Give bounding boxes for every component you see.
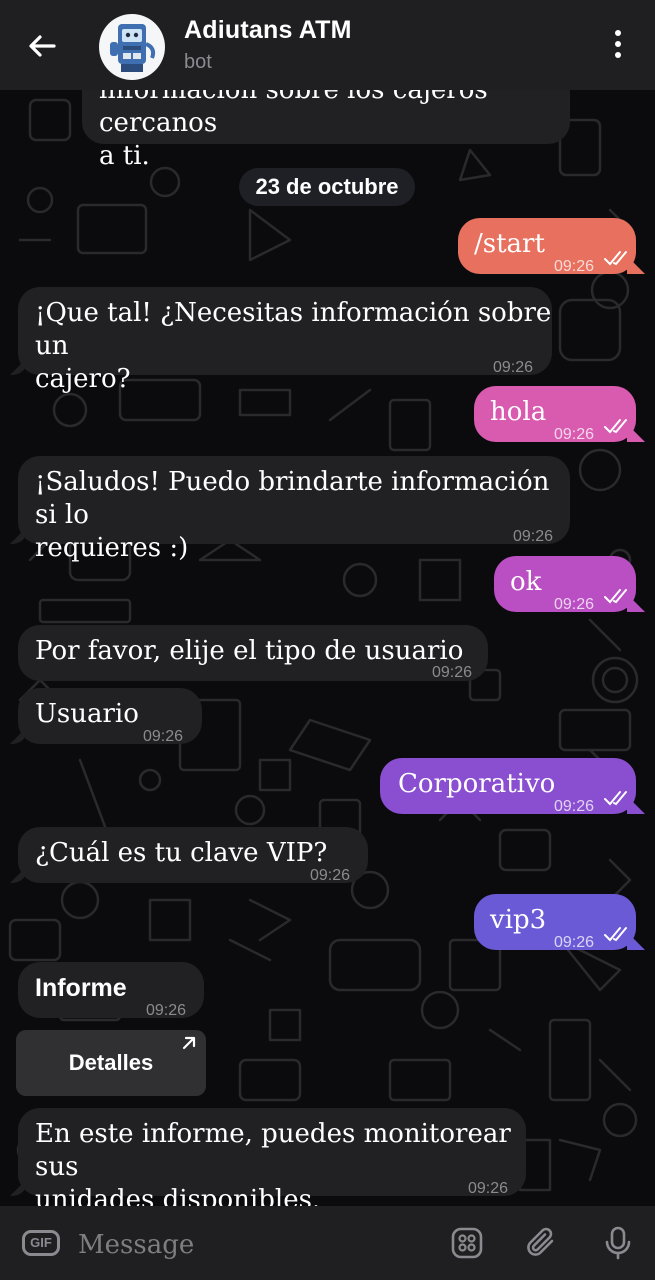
message-time: 09:26	[310, 867, 351, 884]
more-vertical-icon[interactable]	[606, 30, 630, 64]
message-bubble-incoming: Informe 09:26	[18, 962, 204, 1019]
message-time: 09:26	[468, 1180, 509, 1197]
inline-button-label: Detalles	[68, 1050, 154, 1075]
message-time: 09:26	[554, 258, 595, 275]
message-bubble-outgoing: /start 09:26	[458, 218, 636, 275]
message-text: Usuario	[35, 699, 139, 729]
message-text: requieres :)	[35, 533, 189, 563]
message-bubble-incoming: ¡Saludos! Puedo brindarte información si…	[18, 456, 570, 563]
message-bubble-outgoing: vip3 09:26	[474, 894, 636, 951]
message-time: 09:26	[554, 798, 595, 815]
message-time: 09:26	[554, 426, 595, 443]
message-bubble-outgoing: hola 09:26	[474, 386, 636, 443]
bot-avatar[interactable]	[99, 14, 165, 80]
date-separator: 23 de octubre	[239, 168, 415, 206]
message-time: 09:26	[432, 664, 473, 681]
chat-title[interactable]: Adiutans ATM	[184, 16, 352, 45]
message-bubble-outgoing: Corporativo 09:26	[380, 758, 636, 815]
double-check-icon	[604, 251, 627, 266]
message-text: vip3	[490, 905, 547, 935]
message-text: ¡Que tal! ¿Necesitas información sobre u…	[35, 298, 552, 361]
message-bubble-incoming: En este informe, puedes monitorear sus u…	[18, 1108, 526, 1215]
gif-icon[interactable]: GIF	[22, 1230, 60, 1256]
message-bubble-outgoing: ok 09:26	[494, 556, 636, 613]
microphone-icon[interactable]	[601, 1226, 635, 1260]
message-text: Por favor, elije el tipo de usuario	[35, 636, 464, 666]
arrow-left-icon[interactable]	[22, 26, 62, 66]
chat-header: Adiutans ATM bot	[0, 0, 655, 90]
message-text: Corporativo	[398, 769, 556, 799]
message-bubble-incoming: ¡Que tal! ¿Necesitas información sobre u…	[18, 287, 552, 394]
message-text: Informe	[35, 974, 127, 1002]
message-bubble-incoming: Por favor, elije el tipo de usuario 09:2…	[18, 625, 488, 681]
double-check-icon	[604, 791, 627, 806]
message-text: cajero?	[35, 364, 131, 394]
double-check-icon	[604, 419, 627, 434]
message-input-bar: GIF	[0, 1206, 655, 1280]
message-time: 09:26	[493, 359, 534, 376]
message-text: ok	[510, 567, 542, 597]
attach-icon[interactable]	[525, 1226, 559, 1260]
inline-button-detalles[interactable]: Detalles	[16, 1030, 206, 1096]
message-time: 09:26	[554, 596, 595, 613]
message-time: 09:26	[146, 1002, 187, 1019]
message-bubble-incoming: Usuario 09:26	[18, 688, 202, 745]
message-input[interactable]	[76, 1224, 440, 1266]
message-text: ¡Saludos! Puedo brindarte información si…	[35, 467, 550, 530]
chat-subtitle: bot	[184, 51, 212, 73]
message-bubble-incoming: ¿Cuál es tu clave VIP? 09:26	[18, 827, 368, 884]
double-check-icon	[604, 589, 627, 604]
message-text: /start	[474, 229, 545, 259]
atm-robot-icon	[110, 24, 156, 72]
message-text: hola	[490, 397, 547, 427]
message-text: ¿Cuál es tu clave VIP?	[35, 838, 328, 868]
message-time: 09:26	[143, 728, 184, 745]
external-arrow-icon	[182, 1036, 196, 1050]
message-text: En este informe, puedes monitorear sus	[35, 1119, 511, 1182]
double-check-icon	[604, 927, 627, 942]
message-time: 09:26	[554, 934, 595, 951]
message-time: 09:26	[513, 528, 554, 545]
bot-commands-icon[interactable]	[450, 1226, 484, 1260]
